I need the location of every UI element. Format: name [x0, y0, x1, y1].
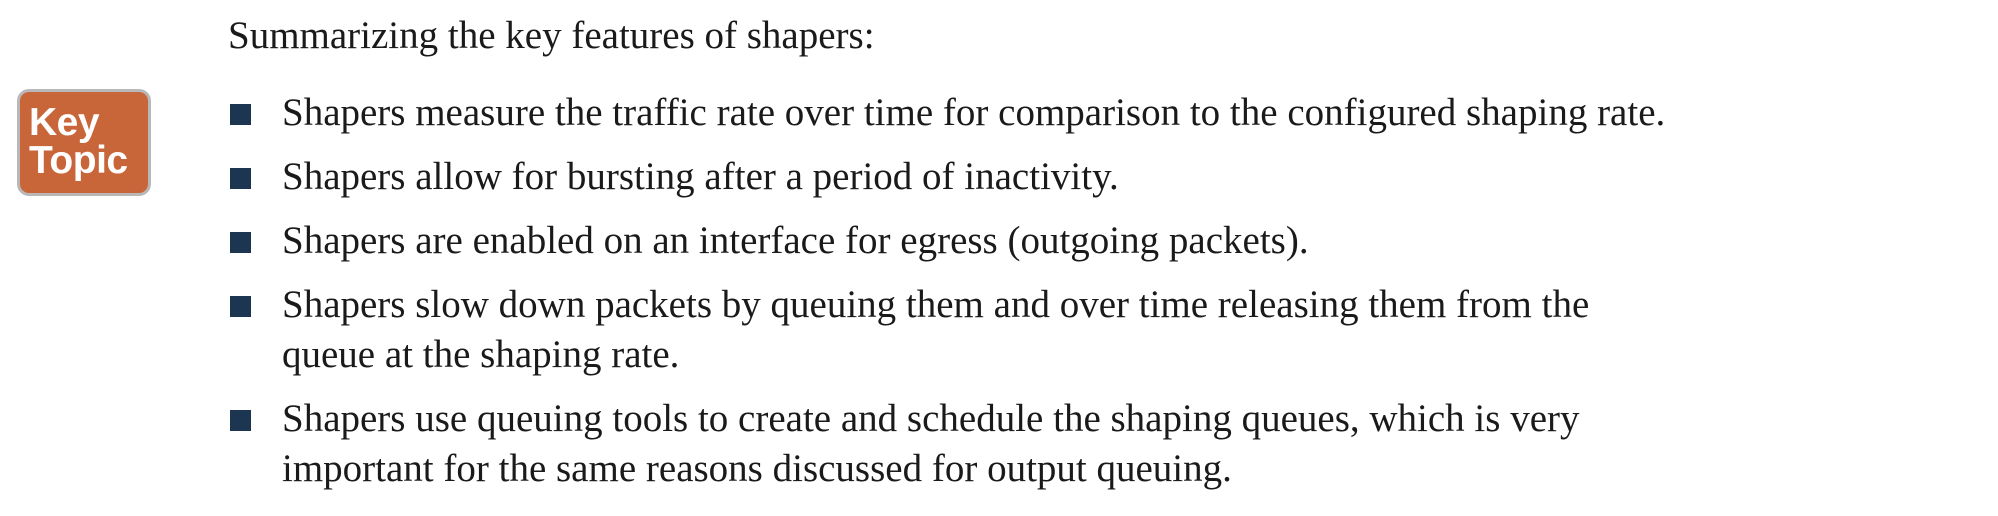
- key-topic-line-1: Key: [29, 101, 100, 144]
- bullet-square-icon: [230, 296, 251, 317]
- intro-text: Summarizing the key features of shapers:: [228, 14, 875, 57]
- bullet-square-icon: [230, 410, 251, 431]
- bullet-list: Shapers measure the traffic rate over ti…: [228, 88, 1948, 508]
- bullet-text-line: queue at the shaping rate.: [282, 333, 680, 376]
- bullet-text-line: Shapers are enabled on an interface for …: [282, 219, 1309, 262]
- bullet-item: Shapers allow for bursting after a perio…: [228, 152, 1948, 202]
- bullet-item: Shapers slow down packets by queuing the…: [228, 280, 1948, 380]
- bullet-text-line: important for the same reasons discussed…: [282, 447, 1232, 490]
- bullet-square-icon: [230, 232, 251, 253]
- bullet-text-line: Shapers allow for bursting after a perio…: [282, 155, 1119, 198]
- bullet-text-line: Shapers slow down packets by queuing the…: [282, 283, 1590, 326]
- bullet-text-line: Shapers measure the traffic rate over ti…: [282, 91, 1666, 134]
- key-topic-badge: Key Topic: [17, 89, 151, 196]
- bullet-item: Shapers measure the traffic rate over ti…: [228, 88, 1948, 138]
- bullet-item: Shapers use queuing tools to create and …: [228, 394, 1948, 494]
- bullet-item: Shapers are enabled on an interface for …: [228, 216, 1948, 266]
- bullet-text-line: Shapers use queuing tools to create and …: [282, 397, 1580, 440]
- key-topic-line-2: Topic: [29, 139, 128, 182]
- bullet-square-icon: [230, 168, 251, 189]
- bullet-square-icon: [230, 104, 251, 125]
